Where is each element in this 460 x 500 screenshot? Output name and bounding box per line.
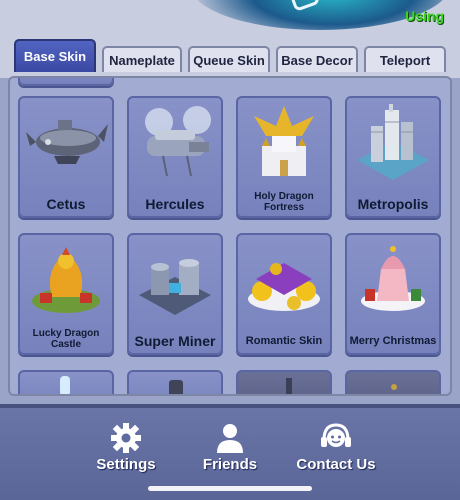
skin-name: Lucky Dragon Castle: [32, 328, 100, 350]
skin-name: Cetus: [46, 196, 86, 212]
skin-card-super-miner[interactable]: Super Miner: [127, 233, 223, 355]
skin-name: Metropolis: [357, 196, 429, 212]
tab-queue-skin[interactable]: Queue Skin: [188, 46, 270, 72]
top-banner: Using: [0, 0, 460, 36]
golden-dragon-castle-icon: [254, 106, 314, 176]
skin-card-hercules[interactable]: Hercules: [127, 96, 223, 218]
airship-whale-icon: [26, 120, 108, 164]
skin-card-partial[interactable]: [127, 370, 223, 394]
skin-card-partial[interactable]: [236, 370, 332, 394]
skin-name: Super Miner: [134, 333, 216, 349]
tab-base-decor[interactable]: Base Decor: [276, 46, 358, 72]
flower-castle-icon: [248, 263, 320, 311]
skin-card-partial[interactable]: [18, 78, 114, 86]
tab-nameplate[interactable]: Nameplate: [102, 46, 182, 72]
settings-button[interactable]: Settings: [92, 422, 160, 482]
skin-card-holy-dragon-fortress[interactable]: Holy Dragon Fortress: [236, 96, 332, 218]
skin-art-partial: [60, 376, 70, 394]
person-icon: [217, 424, 243, 453]
using-status-label: Using: [405, 8, 444, 24]
city-skyline-icon: [357, 104, 429, 180]
skin-name: Romantic Skin: [245, 335, 323, 347]
tab-teleport[interactable]: Teleport: [364, 46, 446, 72]
skin-name: Hercules: [145, 196, 205, 212]
christmas-castle-icon: [361, 246, 425, 311]
skin-art-partial: [169, 380, 183, 394]
skin-card-cetus[interactable]: Cetus: [18, 96, 114, 218]
skin-card-metropolis[interactable]: Metropolis: [345, 96, 441, 218]
skin-card-merry-christmas[interactable]: Merry Christmas: [345, 233, 441, 355]
mining-base-icon: [139, 259, 211, 315]
home-indicator[interactable]: [148, 486, 312, 491]
tab-base-skin[interactable]: Base Skin: [14, 39, 96, 72]
lucky-dragon-icon: [32, 247, 100, 313]
settings-label: Settings: [96, 456, 156, 473]
headset-icon: [321, 423, 351, 447]
skin-card-lucky-dragon-castle[interactable]: Lucky Dragon Castle: [18, 233, 114, 355]
skin-grid-panel[interactable]: Cetus Hercules Holy Dragon Fortress Metr…: [8, 76, 452, 396]
skin-card-partial[interactable]: [18, 370, 114, 394]
flying-fortress-icon: [145, 106, 211, 177]
gear-icon: [111, 423, 141, 453]
skin-art-partial: [286, 378, 292, 394]
contact-us-label: Contact Us: [296, 456, 376, 473]
friends-label: Friends: [202, 456, 258, 473]
contact-us-button[interactable]: Contact Us: [294, 422, 378, 482]
skin-card-partial[interactable]: [345, 370, 441, 394]
skin-art-partial: [391, 384, 397, 390]
skin-name: Merry Christmas: [349, 335, 437, 347]
skin-card-romantic-skin[interactable]: Romantic Skin: [236, 233, 332, 355]
skin-name: Holy Dragon Fortress: [254, 191, 314, 213]
divider: [0, 404, 460, 408]
friends-button[interactable]: Friends: [198, 422, 262, 482]
tab-bar: Base Skin Nameplate Queue Skin Base Deco…: [0, 36, 460, 78]
